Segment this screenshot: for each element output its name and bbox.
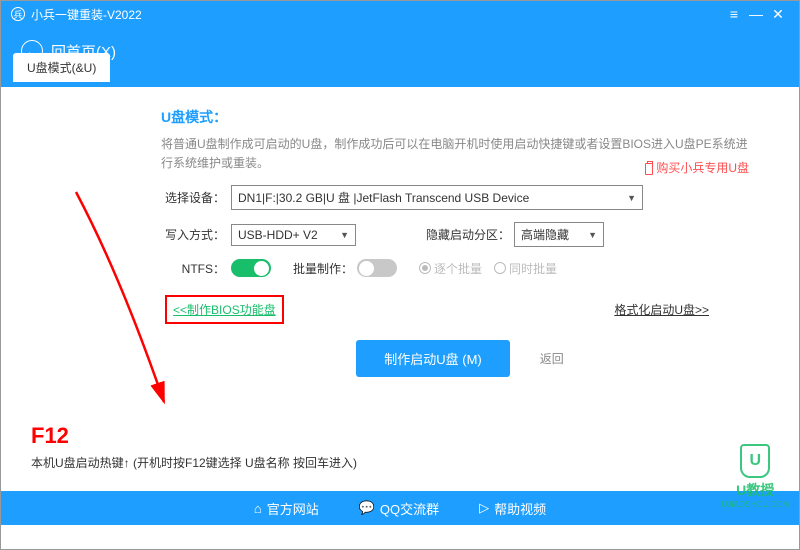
f12-key-label: F12 — [31, 423, 69, 449]
hotkey-hint: 本机U盘启动热键↑ (开机时按F12键选择 U盘名称 按回车进入) — [31, 454, 357, 471]
radio-each[interactable] — [419, 262, 431, 274]
watermark-shield-icon: U — [740, 444, 770, 478]
chevron-down-icon: ▼ — [340, 230, 349, 240]
hide-partition-select[interactable]: 高端隐藏▼ — [514, 222, 604, 247]
app-title: 小兵一键重装-V2022 — [31, 6, 142, 23]
make-boot-usb-button[interactable]: 制作启动U盘 (M) — [356, 340, 510, 377]
watermark: U U教授 UJIAOSHOU.COM — [721, 444, 789, 509]
batch-toggle[interactable] — [357, 259, 397, 277]
hide-partition-label: 隐藏启动分区： — [426, 226, 510, 243]
tab-usb-mode[interactable]: U盘模式(&U) — [13, 53, 110, 82]
titlebar: 兵 小兵一键重装-V2022 ≡ — ✕ — [1, 1, 799, 27]
radio-same[interactable] — [494, 262, 506, 274]
ntfs-toggle[interactable] — [231, 259, 271, 277]
usb-icon — [645, 163, 653, 175]
footer-qq-group[interactable]: 💬QQ交流群 — [359, 499, 439, 518]
menu-icon[interactable]: ≡ — [723, 6, 745, 22]
batch-label: 批量制作： — [293, 260, 353, 277]
watermark-brand: U教授 — [721, 480, 789, 500]
chevron-down-icon: ▼ — [588, 230, 597, 240]
home-icon: ⌂ — [254, 501, 262, 516]
chat-icon: 💬 — [359, 500, 375, 516]
content-area: U盘模式： 将普通U盘制作成可启动的U盘，制作成功后可以在电脑开机时使用启动快捷… — [1, 87, 799, 491]
device-select[interactable]: DN1|F:|30.2 GB|U 盘 |JetFlash Transcend U… — [231, 185, 643, 210]
radio-same-label: 同时批量 — [509, 260, 557, 277]
watermark-url: UJIAOSHOU.COM — [721, 500, 789, 509]
device-label: 选择设备： — [161, 189, 225, 206]
write-mode-label: 写入方式： — [161, 226, 225, 243]
radio-each-label: 逐个批量 — [434, 260, 482, 277]
ntfs-label: NTFS： — [161, 260, 225, 277]
footer-official-site[interactable]: ⌂官方网站 — [254, 499, 319, 518]
format-usb-link[interactable]: 格式化启动U盘>> — [614, 301, 709, 318]
app-logo-icon: 兵 — [11, 7, 25, 21]
chevron-down-icon: ▼ — [627, 193, 636, 203]
close-button[interactable]: ✕ — [767, 6, 789, 23]
subheader: ← 回首页(X) — [1, 27, 799, 75]
buy-usb-link[interactable]: 购买小兵专用U盘 — [645, 159, 749, 176]
video-icon: ▷ — [479, 500, 489, 516]
footer-help-video[interactable]: ▷帮助视频 — [479, 499, 546, 518]
write-mode-select[interactable]: USB-HDD+ V2▼ — [231, 224, 356, 246]
make-bios-disk-link[interactable]: <<制作BIOS功能盘 — [165, 295, 284, 324]
footer: ⌂官方网站 💬QQ交流群 ▷帮助视频 — [1, 491, 799, 525]
minimize-button[interactable]: — — [745, 6, 767, 22]
return-link[interactable]: 返回 — [540, 350, 564, 367]
section-title: U盘模式： — [161, 107, 759, 127]
